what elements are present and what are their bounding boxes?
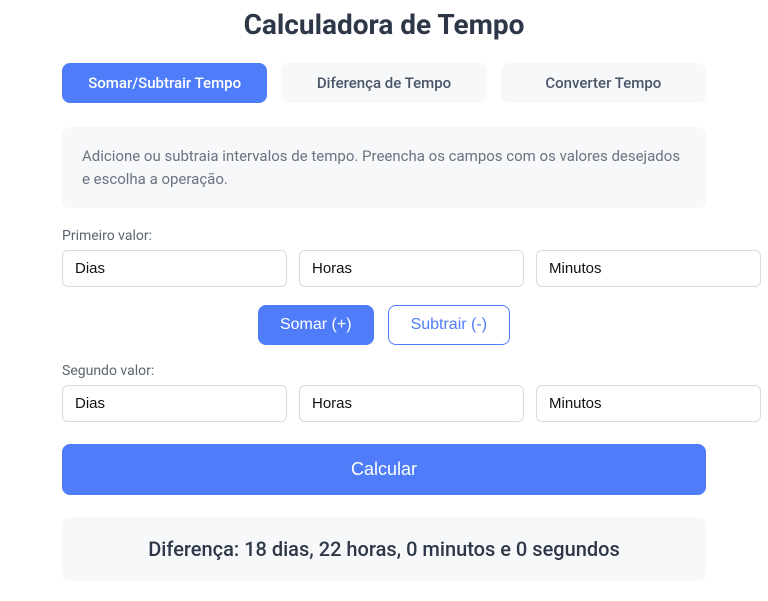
tab-difference[interactable]: Diferença de Tempo [281, 63, 486, 103]
first-value-label: Primeiro valor: [62, 228, 706, 244]
calculate-button[interactable]: Calcular [62, 444, 706, 495]
subtract-button[interactable]: Subtrair (-) [388, 305, 510, 345]
first-days-input[interactable] [62, 250, 287, 287]
result-text: Diferença: 18 dias, 22 horas, 0 minutos … [62, 517, 706, 581]
page-title: Calculadora de Tempo [62, 0, 706, 63]
second-value-label: Segundo valor: [62, 363, 706, 379]
second-minutes-input[interactable] [536, 385, 761, 422]
add-button[interactable]: Somar (+) [258, 305, 374, 345]
tab-add-subtract[interactable]: Somar/Subtrair Tempo [62, 63, 267, 103]
tab-convert[interactable]: Converter Tempo [501, 63, 706, 103]
first-hours-input[interactable] [299, 250, 524, 287]
tabs: Somar/Subtrair Tempo Diferença de Tempo … [62, 63, 706, 103]
first-value-row [62, 250, 706, 287]
operation-row: Somar (+) Subtrair (-) [62, 305, 706, 345]
second-value-row [62, 385, 706, 422]
second-days-input[interactable] [62, 385, 287, 422]
second-hours-input[interactable] [299, 385, 524, 422]
first-minutes-input[interactable] [536, 250, 761, 287]
hint-text: Adicione ou subtraia intervalos de tempo… [62, 127, 706, 208]
